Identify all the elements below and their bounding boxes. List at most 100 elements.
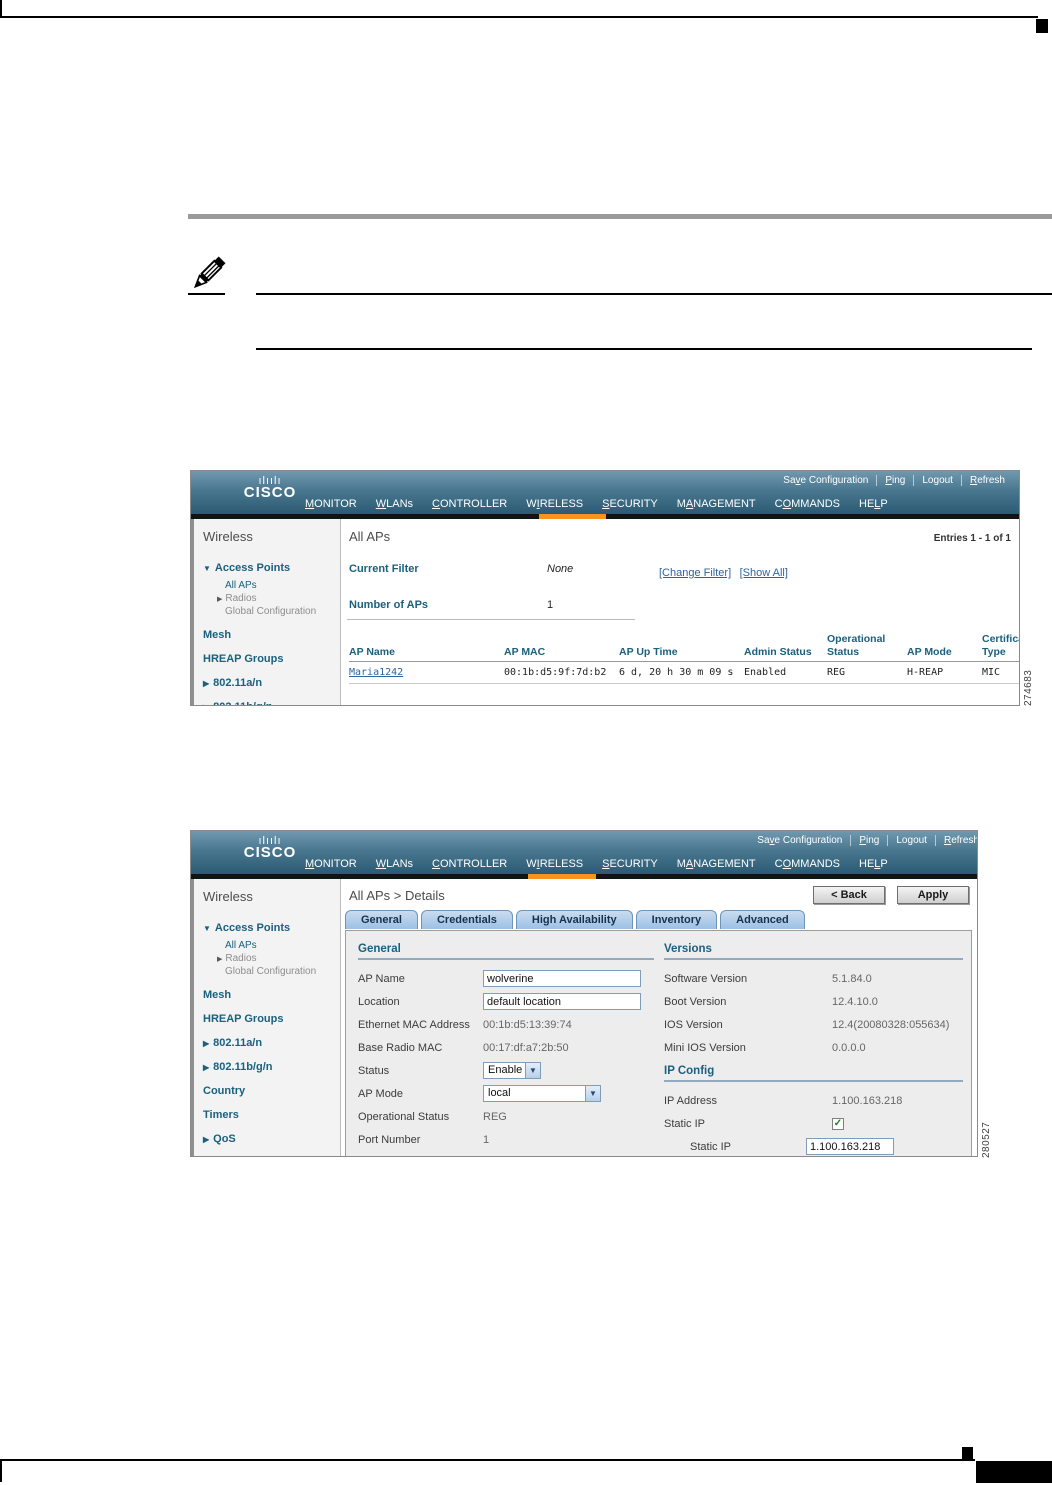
nav-menu-item[interactable]: HELP — [859, 498, 888, 510]
header-link[interactable]: Ping — [876, 475, 914, 486]
nav-menu-item[interactable]: CONTROLLER — [432, 858, 507, 870]
nav-menu-item[interactable]: MONITOR — [305, 498, 357, 510]
nav-menu-item[interactable]: COMMANDS — [775, 858, 840, 870]
ap-table: AP Name AP MAC AP Up Time Admin Status O… — [349, 633, 1019, 685]
static-ip-input[interactable] — [806, 1138, 894, 1155]
note-bottom-rule — [256, 348, 1032, 350]
header-links: Save Configuration Ping Logout Refresh — [749, 835, 977, 846]
col-admin-status: Admin Status — [744, 633, 827, 663]
detail-tabs: General Credentials High Availability Inven… — [345, 910, 805, 929]
number-of-aps-label: Number of APs — [349, 599, 429, 611]
checkmark-icon: ✓ — [833, 1117, 843, 1129]
sidebar-item-all-aps[interactable]: All APs — [225, 940, 340, 951]
header-link[interactable]: Logout — [913, 475, 961, 486]
port-number-value: 1 — [483, 1133, 490, 1146]
location-label: Location — [358, 995, 400, 1008]
nav-menu: MONITOR WLANs CONTROLLER WIRELESS SECURITY MA… — [305, 858, 888, 870]
header-link[interactable]: Logout — [887, 835, 935, 846]
static-ip-checkbox[interactable]: ✓ — [832, 1117, 844, 1130]
nav-menu-item[interactable]: COMMANDS — [775, 498, 840, 510]
header-link[interactable]: Ping — [850, 835, 888, 846]
header-link[interactable]: Save Configuration — [775, 475, 876, 486]
header-link[interactable]: Refresh — [960, 475, 1013, 486]
base-radio-mac-label: Base Radio MAC — [358, 1041, 443, 1054]
sidebar-item-80211bgn[interactable]: ▶802.11b/g/n — [203, 701, 340, 705]
port-number-label: Port Number — [358, 1133, 421, 1146]
col-certificate-type: Certificate Type — [982, 633, 1019, 663]
ap-mode-label: AP Mode — [358, 1087, 404, 1100]
ios-version-label: IOS Version — [664, 1018, 723, 1031]
apply-button[interactable]: Apply — [897, 886, 969, 904]
figure1-number: 274683 — [1023, 669, 1034, 706]
page-title: All APs — [349, 529, 391, 544]
sidebar-item-timers[interactable]: Timers — [203, 1109, 340, 1121]
nav-menu-item[interactable]: CONTROLLER — [432, 498, 507, 510]
operational-status-cell: REG — [827, 661, 907, 685]
nav-menu-item[interactable]: WIRELESS — [526, 858, 583, 870]
page-title: All APs > Details — [349, 888, 445, 903]
boot-version-label: Boot Version — [664, 995, 727, 1008]
sidebar-item-global-configuration[interactable]: Global Configuration — [225, 966, 340, 977]
sidebar-item-mesh[interactable]: Mesh — [203, 629, 340, 641]
header-link[interactable]: Save Configuration — [749, 835, 850, 846]
general-section: General AP Name Location Ethernet MAC Ad… — [358, 943, 654, 1153]
static-ip-check-label: Static IP — [664, 1117, 705, 1130]
ap-table-header-row: AP Name AP MAC AP Up Time Admin Status O… — [349, 633, 1019, 663]
versions-section-header: Versions — [664, 943, 963, 960]
sidebar-item-radios[interactable]: ▶ Radios — [217, 953, 340, 964]
sidebar-item-hreap-groups[interactable]: HREAP Groups — [203, 1013, 340, 1025]
sidebar-item-access-points[interactable]: ▼ Access Points — [203, 922, 340, 934]
sidebar-item-access-points[interactable]: ▼ Access Points — [203, 562, 340, 574]
tab[interactable]: Advanced — [720, 910, 805, 929]
nav-menu-item[interactable]: WLANs — [376, 858, 413, 870]
wlc-header: ılıılı CISCO Save Configuration Ping Logou… — [191, 471, 1019, 514]
sidebar-item-80211bgn[interactable]: ▶802.11b/g/n — [203, 1061, 340, 1073]
sidebar-item-hreap-groups[interactable]: HREAP Groups — [203, 653, 340, 665]
ip-address-value: 1.100.163.218 — [832, 1094, 903, 1107]
chevron-right-icon: ▶ — [203, 703, 209, 705]
nav-menu-item[interactable]: SECURITY — [602, 858, 658, 870]
sidebar-item-80211an[interactable]: ▶ 802.11a/n — [203, 677, 340, 689]
tab[interactable]: General — [345, 910, 418, 929]
ap-table-row: Maria1242 00:1b:d5:9f:7d:b2 6 d, 20 h 30… — [349, 661, 1019, 685]
ap-mode-select[interactable]: local ▼ — [483, 1085, 601, 1102]
sidebar-item-80211an[interactable]: ▶ 802.11a/n — [203, 1037, 340, 1049]
top-left-tick — [0, 0, 2, 17]
tab[interactable]: Credentials — [420, 910, 513, 929]
nav-menu-item[interactable]: WLANs — [376, 498, 413, 510]
show-all-link[interactable]: [Show All] — [740, 567, 788, 579]
nav-menu-item[interactable]: MANAGEMENT — [677, 858, 756, 870]
boot-version-value: 12.4.10.0 — [832, 995, 878, 1008]
current-filter-label: Current Filter — [349, 563, 419, 575]
back-button[interactable]: < Back — [813, 886, 885, 904]
bottom-rule — [0, 1459, 975, 1461]
certificate-type-cell: MIC — [982, 661, 1019, 685]
sidebar-item-all-aps[interactable]: All APs — [225, 580, 340, 591]
ap-name-input[interactable] — [483, 970, 641, 987]
sidebar-item-mesh[interactable]: Mesh — [203, 989, 340, 1001]
sidebar-item-qos[interactable]: ▶ QoS — [203, 1133, 340, 1145]
sidebar-item-global-configuration[interactable]: Global Configuration — [225, 606, 340, 617]
wireless-sidebar: Wireless ▼ Access Points All APs ▶ Radios … — [191, 879, 341, 1156]
wlc-screenshot-ap-details: ılıılı CISCO Save Configuration Ping Logou… — [190, 830, 978, 1157]
col-operational-status: Operational Status — [827, 633, 907, 663]
tab[interactable]: High Availability — [515, 910, 633, 929]
nav-menu-item[interactable]: HELP — [859, 858, 888, 870]
mini-ios-version-label: Mini IOS Version — [664, 1041, 746, 1054]
nav-menu: MONITOR WLANs CONTROLLER WIRELESS SECURITY MA… — [305, 498, 888, 510]
header-link[interactable]: Refresh — [934, 835, 977, 846]
status-select[interactable]: Enable ▼ — [483, 1062, 541, 1079]
location-input[interactable] — [483, 993, 641, 1010]
tab[interactable]: Inventory — [635, 910, 718, 929]
nav-menu-item[interactable]: WIRELESS — [526, 498, 583, 510]
sidebar-item-radios[interactable]: ▶ Radios — [217, 593, 340, 604]
ap-name-link[interactable]: Maria1242 — [349, 667, 403, 678]
nav-menu-item[interactable]: MANAGEMENT — [677, 498, 756, 510]
sidebar-item-country[interactable]: Country — [203, 1085, 340, 1097]
nav-menu-item[interactable]: MONITOR — [305, 858, 357, 870]
top-right-marker — [1036, 19, 1048, 33]
change-filter-link[interactable]: [Change Filter] — [659, 567, 731, 579]
bottom-left-tick — [0, 1459, 2, 1482]
sidebar-heading: Wireless — [203, 889, 253, 904]
nav-menu-item[interactable]: SECURITY — [602, 498, 658, 510]
